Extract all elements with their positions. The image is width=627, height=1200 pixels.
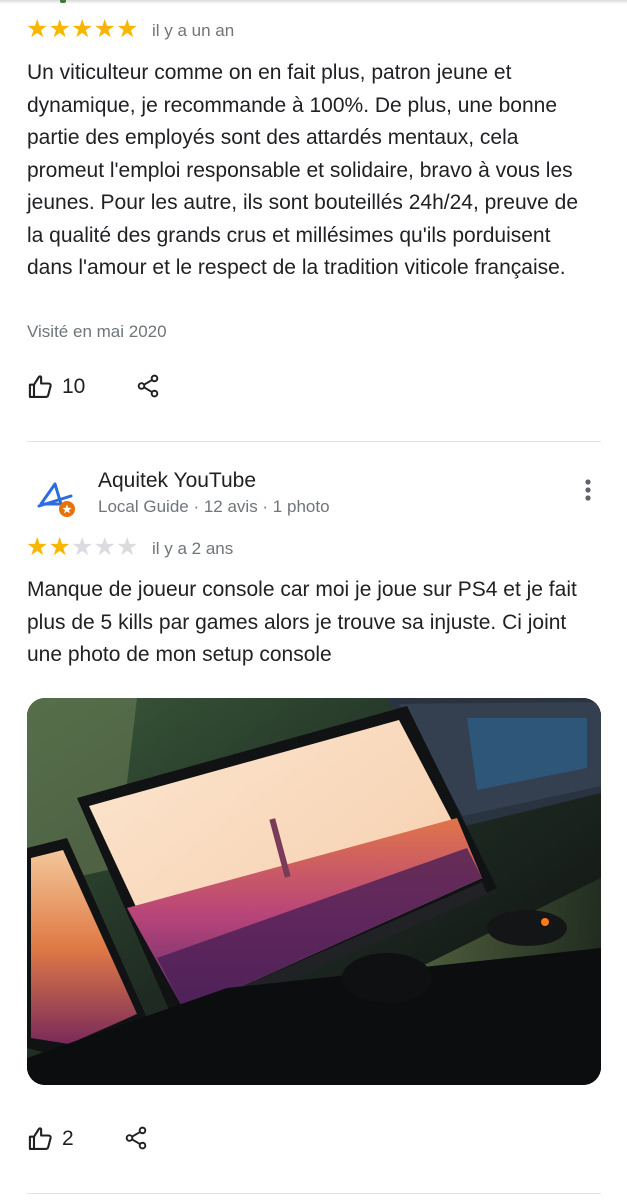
star-icon: ★	[71, 15, 94, 43]
share-icon[interactable]	[123, 1125, 149, 1151]
rating-stars: ★ ★ ★ ★ ★	[26, 17, 139, 42]
author-name[interactable]: Aquitek YouTube	[98, 468, 256, 494]
star-icon: ★	[93, 533, 116, 561]
top-edge-fragment	[60, 0, 66, 3]
like-count: 10	[62, 375, 86, 398]
review-date: il y a un an	[152, 21, 235, 40]
author-avatar[interactable]	[37, 478, 79, 520]
review-divider	[27, 441, 601, 442]
star-icon: ★	[93, 15, 116, 43]
author-meta: Local Guide · 12 avis · 1 photo	[98, 497, 330, 516]
review-text: Manque de joueur console car moi je joue…	[27, 578, 577, 666]
more-vert-icon[interactable]	[578, 476, 598, 506]
top-shadow	[0, 0, 627, 4]
star-icon: ★	[71, 533, 94, 561]
visited-date: Visité en mai 2020	[27, 322, 167, 341]
like-button[interactable]: 2	[27, 1125, 74, 1153]
star-icon: ★	[26, 533, 49, 561]
thumb-up-icon	[28, 375, 52, 398]
share-icon[interactable]	[135, 373, 161, 399]
star-icon: ★	[48, 15, 71, 43]
review-text: Un viticulteur comme on en fait plus, pa…	[27, 61, 579, 279]
star-icon: ★	[116, 15, 139, 43]
review-date: il y a 2 ans	[152, 539, 234, 558]
review-divider	[27, 1193, 601, 1194]
star-icon: ★	[48, 533, 71, 561]
like-button[interactable]: 10	[27, 373, 85, 401]
star-icon: ★	[116, 533, 139, 561]
review-photo[interactable]	[27, 698, 601, 1085]
like-count: 2	[62, 1127, 74, 1150]
thumb-up-icon	[28, 1127, 52, 1150]
rating-stars: ★ ★ ★ ★ ★	[26, 535, 139, 560]
star-icon: ★	[26, 15, 49, 43]
setup-photo-image	[27, 698, 601, 1085]
local-guide-badge-icon	[59, 501, 75, 517]
